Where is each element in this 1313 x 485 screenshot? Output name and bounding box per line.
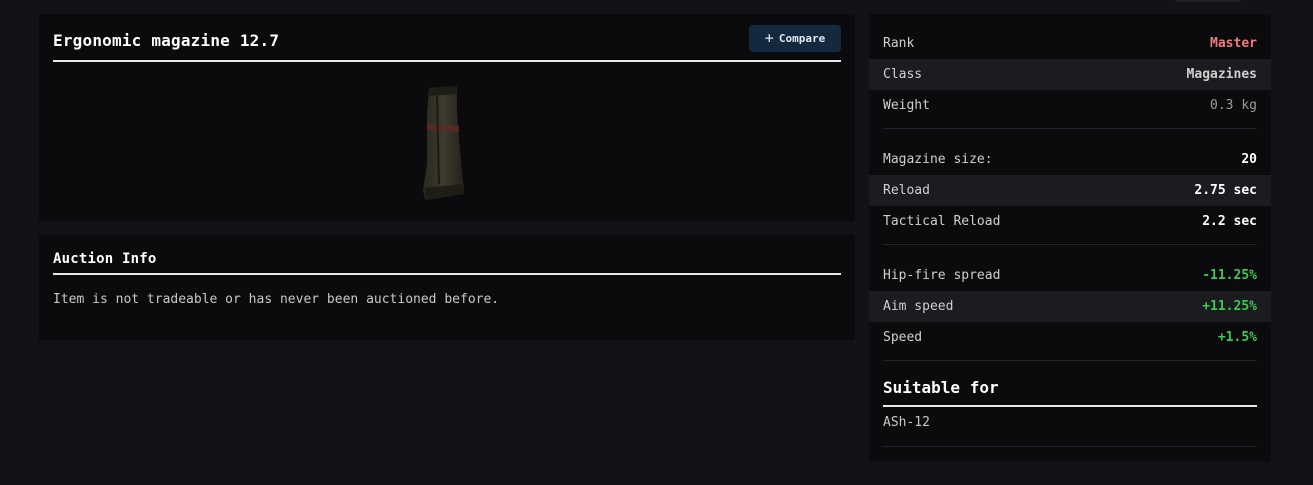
item-panel: Ergonomic magazine 12.7 + Compare (39, 14, 855, 221)
suitable-for-rule (883, 405, 1257, 407)
stat-label: Speed (883, 330, 923, 345)
compare-button[interactable]: + Compare (749, 25, 841, 52)
stat-row-class: Class Magazines (869, 59, 1271, 90)
magazine-image (423, 86, 464, 200)
speed-value: +1.5% (1217, 330, 1257, 345)
stat-row-magazine-size: Magazine size: 20 (869, 144, 1271, 175)
divider (883, 360, 1257, 361)
suitable-weapon-link[interactable]: ASh-12 (883, 415, 930, 430)
top-tab-edge (1175, 0, 1241, 2)
auction-panel: Auction Info Item is not tradeable or ha… (39, 235, 855, 340)
rank-value: Master (1210, 36, 1257, 51)
stats-panel: Rank Master Class Magazines Weight 0.3 k… (869, 14, 1271, 462)
divider (883, 128, 1257, 129)
stat-label: Hip-fire spread (883, 268, 1001, 283)
stat-label: Class (883, 67, 923, 82)
stat-row-speed: Speed +1.5% (869, 322, 1271, 353)
magazine-size-value: 20 (1241, 152, 1257, 167)
stat-label: Tactical Reload (883, 214, 1001, 229)
hip-fire-spread-value: -11.25% (1202, 268, 1257, 283)
divider (883, 244, 1257, 245)
auction-title: Auction Info (53, 251, 157, 267)
auction-title-rule (53, 273, 841, 275)
stat-label: Aim speed (883, 299, 954, 314)
item-title: Ergonomic magazine 12.7 (53, 31, 280, 50)
stat-row-hip-fire-spread: Hip-fire spread -11.25% (869, 260, 1271, 291)
stat-label: Reload (883, 183, 930, 198)
stat-label: Weight (883, 98, 930, 113)
stat-label: Rank (883, 36, 915, 51)
tactical-reload-value: 2.2 sec (1202, 214, 1257, 229)
reload-value: 2.75 sec (1194, 183, 1257, 198)
stat-row-weight: Weight 0.3 kg (869, 90, 1271, 121)
stat-row-aim-speed: Aim speed +11.25% (869, 291, 1271, 322)
suitable-for-title: Suitable for (883, 378, 999, 397)
stat-row-reload: Reload 2.75 sec (869, 175, 1271, 206)
stat-row-rank: Rank Master (869, 28, 1271, 59)
compare-label: Compare (778, 32, 826, 45)
stat-label: Magazine size: (883, 152, 993, 167)
item-title-rule (53, 60, 841, 62)
weight-value: 0.3 kg (1210, 98, 1257, 113)
stat-row-tactical-reload: Tactical Reload 2.2 sec (869, 206, 1271, 237)
plus-icon: + (764, 28, 774, 47)
auction-message: Item is not tradeable or has never been … (53, 292, 500, 307)
class-value: Magazines (1186, 67, 1257, 82)
divider (883, 446, 1257, 447)
aim-speed-value: +11.25% (1202, 299, 1257, 314)
